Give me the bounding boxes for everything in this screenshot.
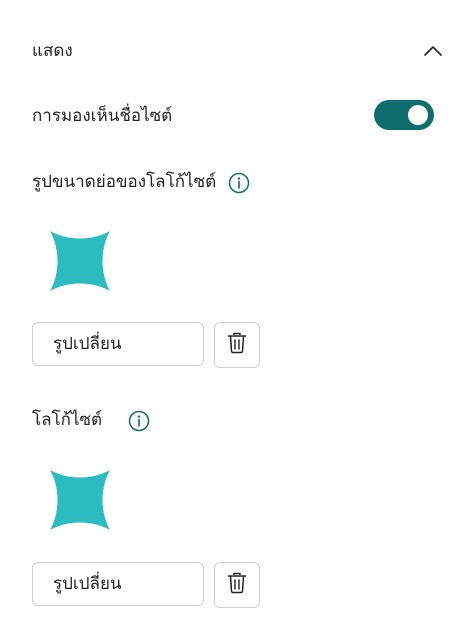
sparkle-star-logo-icon [48,468,112,532]
info-icon[interactable] [228,172,250,194]
delete-thumbnail-button[interactable] [214,322,260,368]
site-logo-thumbnail-label: รูปขนาดย่อของโลโก้ไซต์ [32,172,217,192]
display-settings-panel: แสดง การมองเห็นชื่อไซต์ รูปขนาดย่อของโลโ… [0,0,466,634]
site-logo-label: โลโก้ไซต์ [32,410,103,430]
trash-icon [227,572,247,598]
delete-logo-button[interactable] [214,562,260,608]
change-logo-button[interactable]: รูปเปลี่ยน [32,562,204,606]
trash-icon [227,332,247,358]
info-icon[interactable] [128,410,150,432]
sparkle-star-logo-icon [48,229,112,293]
section-title: แสดง [32,41,73,61]
toggle-knob [408,105,428,125]
change-thumbnail-button[interactable]: รูปเปลี่ยน [32,322,204,366]
site-name-visibility-label: การมองเห็นชื่อไซต์ [32,106,173,126]
site-name-visibility-toggle[interactable] [374,100,434,130]
chevron-up-icon[interactable] [420,38,446,64]
